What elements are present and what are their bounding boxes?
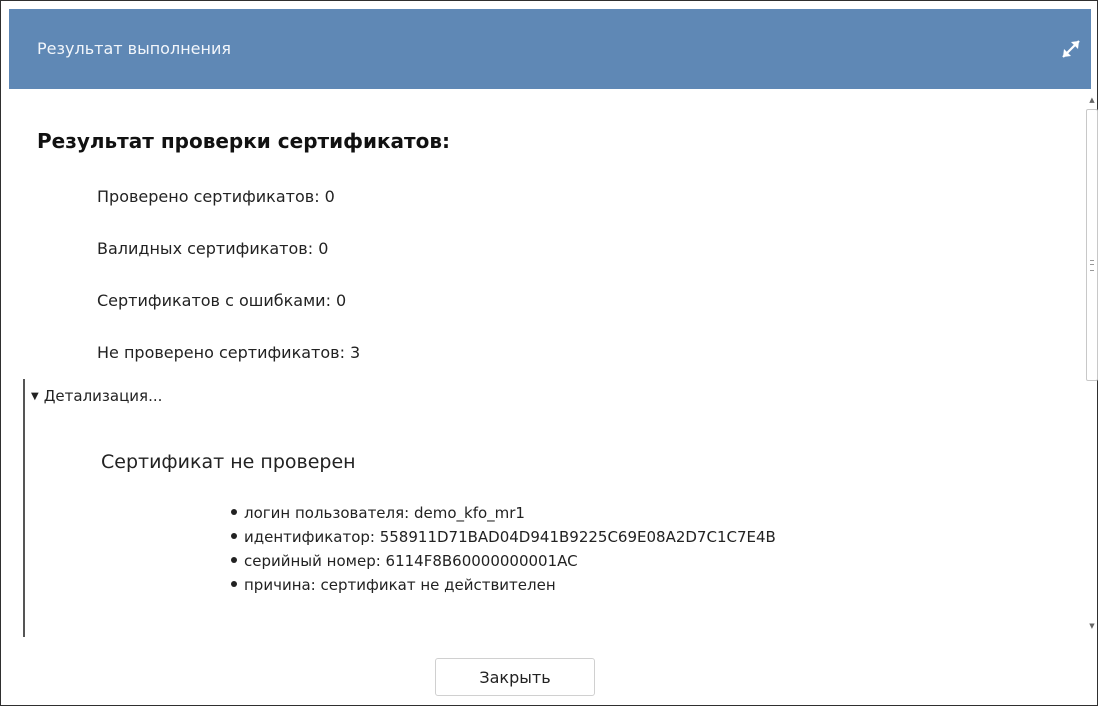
- details-border: [23, 379, 25, 637]
- scroll-up-icon[interactable]: ▲: [1088, 95, 1096, 105]
- field-serial: серийный номер: 6114F8B60000000001AC: [231, 549, 776, 573]
- vertical-scrollbar[interactable]: ▲ ▼: [1085, 89, 1098, 637]
- stat-unchecked: Не проверено сертификатов: 3: [97, 343, 361, 362]
- scroll-down-icon[interactable]: ▼: [1088, 621, 1096, 631]
- details-toggle[interactable]: ▼ Детализация...: [31, 387, 162, 405]
- grip-icon: [1090, 260, 1094, 271]
- result-heading: Результат проверки сертификатов:: [37, 129, 451, 153]
- certificate-fields: логин пользователя: demo_kfo_mr1 идентиф…: [231, 501, 776, 597]
- dialog-title: Результат выполнения: [37, 39, 231, 58]
- stat-errors: Сертификатов с ошибками: 0: [97, 291, 347, 310]
- close-button[interactable]: Закрыть: [435, 658, 595, 696]
- scroll-thumb[interactable]: [1086, 109, 1098, 381]
- dialog-titlebar: Результат выполнения: [9, 9, 1091, 89]
- field-identifier: идентификатор: 558911D71BAD04D941B9225C6…: [231, 525, 776, 549]
- certificate-title: Сертификат не проверен: [101, 451, 356, 473]
- triangle-down-icon: ▼: [31, 391, 39, 402]
- stat-valid: Валидных сертификатов: 0: [97, 239, 329, 258]
- expand-icon[interactable]: [1057, 35, 1085, 63]
- field-login: логин пользователя: demo_kfo_mr1: [231, 501, 776, 525]
- field-reason: причина: сертификат не действителен: [231, 573, 776, 597]
- result-dialog: Результат выполнения Результат проверки …: [0, 0, 1098, 706]
- details-label: Детализация...: [43, 387, 163, 405]
- stat-checked: Проверено сертификатов: 0: [97, 187, 335, 206]
- result-content: Результат проверки сертификатов: Провере…: [9, 89, 1085, 637]
